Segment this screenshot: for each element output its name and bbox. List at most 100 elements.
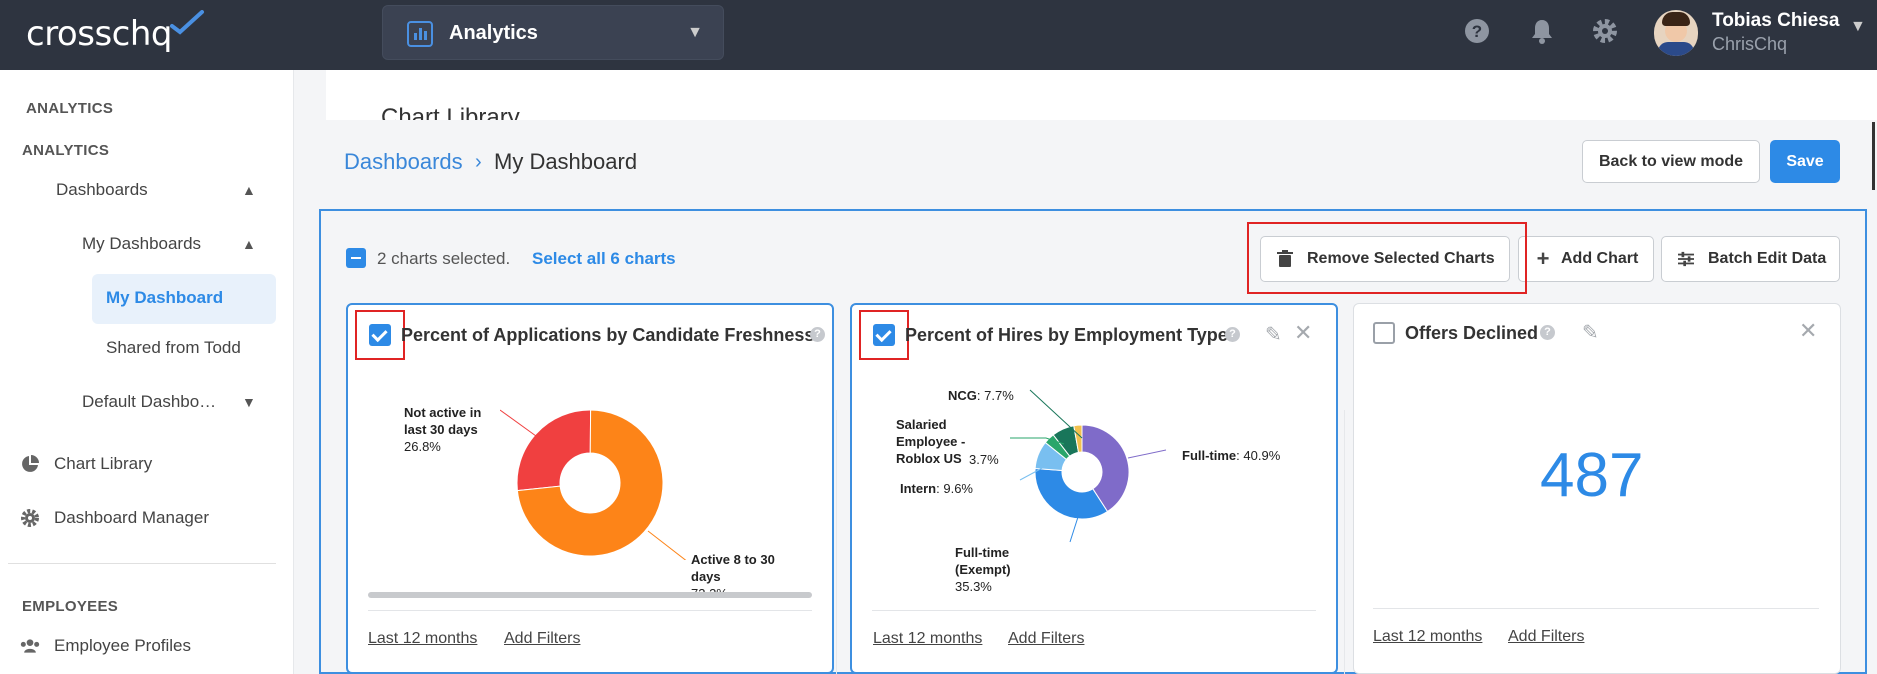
dashboard-grid-icon	[22, 180, 42, 200]
label-not-active: Not active in last 30 days 26.8%	[404, 404, 494, 455]
chevron-down-icon: ▼	[687, 24, 703, 41]
plus-icon: +	[1536, 246, 1550, 271]
breadcrumb-current: My Dashboard	[494, 149, 638, 174]
date-range-link[interactable]: Last 12 months	[1373, 628, 1482, 646]
sidebar-item-shared-from-todd[interactable]: Shared from Todd	[106, 338, 241, 358]
chart-horizontal-scrollbar[interactable]	[368, 592, 812, 598]
metric-value: 487	[1540, 441, 1644, 510]
add-filters-link[interactable]: Add Filters	[1008, 630, 1084, 648]
label-name: Full-time (Exempt)	[955, 545, 1011, 577]
select-indeterminate-checkbox[interactable]	[346, 248, 366, 268]
select-all-charts-link[interactable]: Select all 6 charts	[532, 249, 676, 269]
chevron-down-icon[interactable]: ▼	[242, 394, 256, 410]
label-value: 40.9%	[1243, 448, 1281, 463]
sidebar-item-dashboard-manager[interactable]: Dashboard Manager	[20, 508, 209, 528]
donut-slice[interactable]	[516, 409, 592, 492]
grid-line	[836, 410, 837, 674]
add-chart-label: Add Chart	[1561, 250, 1639, 267]
chart-select-checkbox[interactable]	[1373, 322, 1395, 344]
chart-title: Percent of Applications by Candidate Fre…	[401, 325, 815, 345]
sidebar-item-label: Chart Library	[54, 454, 153, 473]
label-value: 35.3%	[955, 579, 992, 594]
help-icon[interactable]: ?	[1225, 327, 1240, 342]
chevron-up-icon[interactable]: ▲	[242, 236, 256, 252]
help-icon[interactable]: ?	[810, 327, 825, 342]
label-value: 9.6%	[943, 481, 973, 496]
date-range-link[interactable]: Last 12 months	[368, 630, 477, 648]
sidebar-item-dashboards[interactable]: Dashboards	[22, 180, 148, 200]
pencil-icon[interactable]: ✎	[1582, 320, 1599, 345]
app-switcher[interactable]: Analytics ▼	[382, 5, 724, 60]
label-name: NCG	[948, 388, 977, 403]
dashboard-grid-icon	[48, 392, 68, 412]
sidebar-item-label: Employee Profiles	[54, 636, 192, 655]
gear-icon	[21, 509, 39, 527]
label-ncg: NCG: 7.7%	[948, 388, 1014, 403]
gear-icon[interactable]	[1591, 17, 1619, 45]
label-full-time-exempt: Full-time (Exempt) 35.3%	[955, 544, 1029, 595]
pencil-icon[interactable]: ✎	[1265, 322, 1282, 347]
donut-slice[interactable]	[1034, 467, 1109, 520]
chevron-up-icon[interactable]: ▲	[242, 182, 256, 198]
batch-edit-data-label: Batch Edit Data	[1708, 250, 1827, 267]
sidebar-item-label: Default Dashbo…	[82, 392, 217, 411]
users-icon	[20, 639, 40, 653]
label-name: Full-time	[1182, 448, 1237, 463]
label-salaried: Salaried Employee - Roblox US 3.7%	[896, 416, 999, 467]
sidebar-item-my-dashboard[interactable]: My Dashboard	[106, 288, 223, 308]
close-icon[interactable]: ✕	[1799, 318, 1817, 344]
back-to-view-mode-button[interactable]: Back to view mode	[1582, 140, 1760, 183]
add-filters-link[interactable]: Add Filters	[504, 630, 580, 648]
highlight-box-checkbox	[859, 310, 909, 360]
user-menu-chevron-icon[interactable]: ▼	[1850, 18, 1866, 36]
card-footer-divider	[368, 610, 812, 611]
sidebar-section-employees: EMPLOYEES	[22, 598, 119, 615]
user-name[interactable]: Tobias Chiesa	[1712, 10, 1839, 32]
batch-edit-data-button[interactable]: Batch Edit Data	[1661, 236, 1840, 282]
pie-chart-icon	[22, 455, 39, 472]
close-icon[interactable]: ✕	[1294, 320, 1312, 346]
svg-text:?: ?	[1472, 22, 1482, 41]
add-chart-button[interactable]: + Add Chart	[1518, 236, 1654, 282]
label-name: Active 8 to 30 days	[691, 552, 775, 584]
analytics-icon	[407, 21, 433, 47]
window-edge	[1872, 122, 1875, 190]
label-name: Not active in last 30 days	[404, 405, 482, 437]
card-footer-divider	[1373, 608, 1819, 609]
underlying-page-header	[326, 70, 1877, 120]
sidebar-item-chart-library[interactable]: Chart Library	[20, 454, 152, 474]
avatar[interactable]	[1654, 10, 1698, 56]
bell-icon[interactable]	[1528, 17, 1556, 45]
dashboard-grid-icon	[48, 234, 68, 254]
date-range-link[interactable]: Last 12 months	[873, 630, 982, 648]
chart-title: Offers Declined	[1405, 323, 1539, 343]
crosschq-logo[interactable]: crosschq	[26, 14, 172, 54]
sidebar-item-label: Dashboards	[56, 180, 148, 199]
sidebar-item-employee-profiles[interactable]: Employee Profiles	[20, 636, 191, 656]
user-org: ChrisChq	[1712, 34, 1788, 54]
sidebar-item-label: Dashboard Manager	[54, 508, 209, 527]
logo-check-icon	[170, 10, 204, 35]
label-value: 7.7%	[984, 388, 1014, 403]
help-icon[interactable]: ?	[1463, 17, 1491, 45]
add-filters-link[interactable]: Add Filters	[1508, 628, 1584, 646]
label-name: Intern	[900, 481, 937, 496]
selection-count: 2 charts selected.	[377, 249, 511, 268]
donut-chart-employment	[1010, 389, 1167, 543]
app-switcher-label: Analytics	[449, 22, 538, 44]
donut-chart-freshness	[500, 409, 687, 560]
sidebar-item-my-dashboards[interactable]: My Dashboards	[48, 234, 201, 254]
card-footer-divider	[872, 610, 1316, 611]
sidebar-item-default-dashboards[interactable]: Default Dashbo…	[48, 392, 216, 412]
breadcrumb-chevron-right-icon: ›	[475, 151, 482, 173]
chart-title: Percent of Hires by Employment Type	[905, 325, 1228, 345]
help-icon[interactable]: ?	[1540, 325, 1555, 340]
save-button[interactable]: Save	[1770, 140, 1840, 183]
label-intern: Intern: 9.6%	[900, 481, 973, 496]
highlight-box-checkbox	[355, 310, 405, 360]
breadcrumb-dashboards[interactable]: Dashboards	[344, 149, 463, 175]
sidebar: ANALYTICS ANALYTICS Dashboards ▲ My Dash…	[0, 70, 294, 674]
sliders-icon	[1678, 251, 1694, 267]
highlight-box-remove	[1247, 222, 1527, 294]
sidebar-divider	[8, 563, 276, 564]
